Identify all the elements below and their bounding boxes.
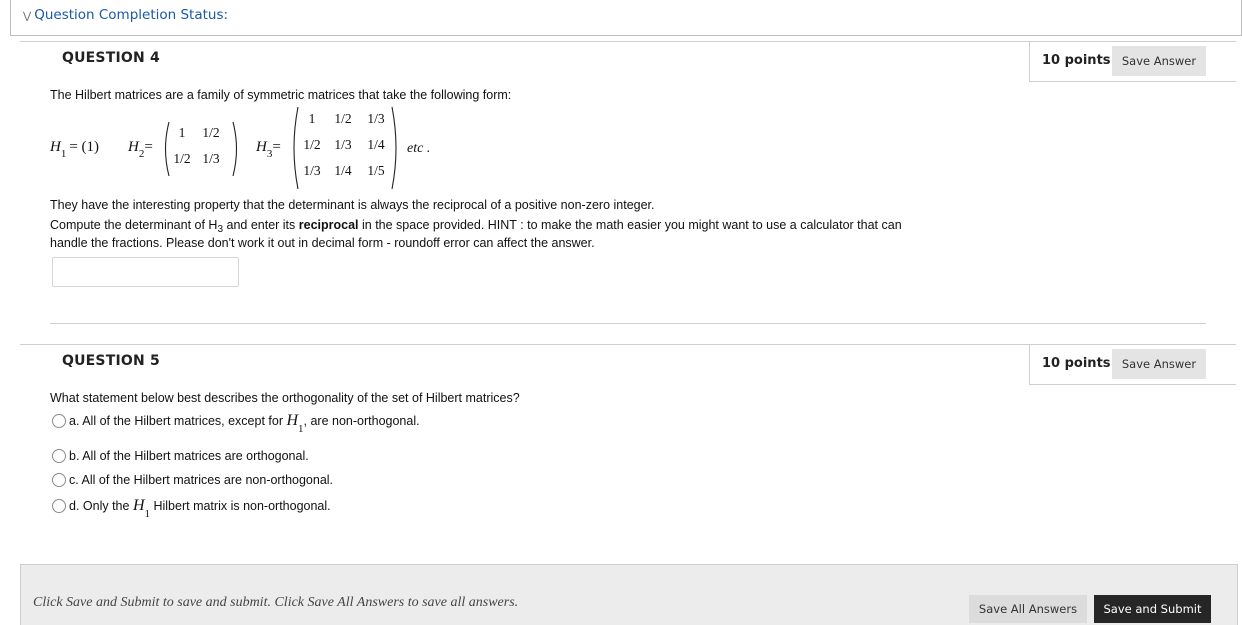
question-5-points-box: 10 points Save Answer: [1029, 345, 1236, 385]
option-letter: c.: [69, 473, 79, 487]
h1-symbol: H: [50, 139, 61, 155]
question-4-separator: [50, 323, 1206, 324]
h3-cell: 1/2: [334, 111, 352, 126]
h2-cell: 1/2: [202, 125, 220, 140]
instruction-text: and enter its: [223, 218, 299, 232]
h3-cell: 1: [308, 111, 316, 126]
submit-footer: Click Save and Submit to save and submit…: [20, 564, 1238, 625]
option-letter: b.: [69, 449, 80, 463]
h3-subscript: 3: [266, 148, 273, 160]
question-5-save-answer-button[interactable]: Save Answer: [1112, 349, 1206, 379]
option-math-subscript: 1: [144, 508, 151, 520]
right-paren-icon: [391, 106, 397, 190]
h2-matrix: 1 1/2 1/2 1/3: [162, 121, 240, 177]
option-letter: a.: [69, 414, 80, 428]
h2-subscript: 2: [138, 148, 145, 160]
option-b[interactable]: b. All of the Hilbert matrices are ortho…: [52, 449, 309, 463]
question-5-title: QUESTION 5: [62, 353, 160, 369]
option-text: All of the Hilbert matrices are non-orth…: [78, 473, 334, 487]
question-5-points: 10 points: [1042, 356, 1111, 371]
question-4-title: QUESTION 4: [62, 50, 160, 66]
option-d[interactable]: d. Only the H1 Hilbert matrix is non-ort…: [52, 497, 331, 520]
h2-cell: 1: [178, 125, 186, 140]
question-4-intro: The Hilbert matrices are a family of sym…: [50, 88, 512, 102]
question-4-instruction-line2: handle the fractions. Please don't work …: [50, 236, 595, 250]
h3-matrix: 1 1/2 1/3 1/2 1/3 1/4 1/3 1/4 1/5: [290, 106, 400, 190]
completion-status-toggle[interactable]: ⋁ Question Completion Status:: [23, 7, 228, 23]
radio-button[interactable]: [52, 449, 66, 463]
instruction-text: in the space provided. HINT : to make th…: [358, 218, 902, 232]
h1-expression: H1 = (1): [50, 139, 100, 160]
h1-subscript: 1: [60, 148, 67, 160]
footer-hint: Click Save and Submit to save and submit…: [33, 595, 519, 610]
save-all-answers-button[interactable]: Save All Answers: [969, 595, 1087, 623]
option-math-symbol: H: [286, 412, 299, 429]
h3-symbol: H: [256, 139, 267, 155]
h3-cell: 1/4: [367, 137, 385, 152]
left-paren-icon: [164, 121, 170, 177]
question-4-save-answer-button[interactable]: Save Answer: [1112, 46, 1206, 76]
h2-symbol: H: [128, 139, 139, 155]
option-a[interactable]: a. All of the Hilbert matrices, except f…: [52, 412, 420, 435]
h3-cell: 1/3: [303, 163, 321, 178]
instruction-bold-reciprocal: reciprocal: [298, 218, 359, 232]
h2-label: H2=: [128, 139, 153, 160]
question-4-answer-input[interactable]: [52, 257, 239, 287]
h2-cell: 1/3: [202, 151, 220, 166]
question-4-property-text: They have the interesting property that …: [50, 198, 655, 212]
option-text: All of the Hilbert matrices, except for: [79, 414, 287, 428]
h3-cell: 1/2: [303, 137, 321, 152]
option-letter: d.: [69, 499, 80, 513]
question-5-block: QUESTION 5 10 points Save Answer What st…: [20, 344, 1236, 534]
question-5-prompt: What statement below best describes the …: [50, 391, 520, 405]
h3-cell: 1/4: [334, 163, 352, 178]
h2-equals: =: [144, 139, 153, 155]
question-4-block: QUESTION 4 10 points Save Answer The Hil…: [20, 41, 1236, 324]
option-text: Hilbert matrix is non-orthogonal.: [150, 499, 331, 513]
option-text: All of the Hilbert matrices are orthogon…: [79, 449, 309, 463]
completion-status-label: Question Completion Status:: [34, 7, 229, 23]
radio-button[interactable]: [52, 499, 66, 513]
option-text: Only the: [79, 499, 133, 513]
h3-label: H3=: [256, 139, 281, 160]
h2-cell: 1/2: [173, 151, 191, 166]
option-c[interactable]: c. All of the Hilbert matrices are non-o…: [52, 473, 333, 487]
option-text: , are non-orthogonal.: [303, 414, 420, 428]
right-paren-icon: [232, 121, 238, 177]
h3-equals: =: [272, 139, 281, 155]
question-4-instruction: Compute the determinant of H3 and enter …: [50, 216, 902, 236]
h3-cell: 1/5: [367, 163, 385, 178]
h3-cell: 1/3: [334, 137, 352, 152]
chevron-down-icon: ⋁: [23, 11, 32, 22]
etc-text: etc .: [407, 141, 431, 156]
question-4-points-box: 10 points Save Answer: [1029, 42, 1236, 82]
completion-status-bar: ⋁ Question Completion Status:: [10, 0, 1242, 36]
question-4-points: 10 points: [1042, 53, 1111, 68]
instruction-text: Compute the determinant of H: [50, 218, 218, 232]
radio-button[interactable]: [52, 414, 66, 428]
save-and-submit-button[interactable]: Save and Submit: [1094, 595, 1211, 623]
h1-equals: = (1): [69, 139, 100, 155]
h3-cell: 1/3: [367, 111, 385, 126]
radio-button[interactable]: [52, 473, 66, 487]
option-math-symbol: H: [132, 497, 145, 514]
option-math-subscript: 1: [298, 423, 304, 435]
